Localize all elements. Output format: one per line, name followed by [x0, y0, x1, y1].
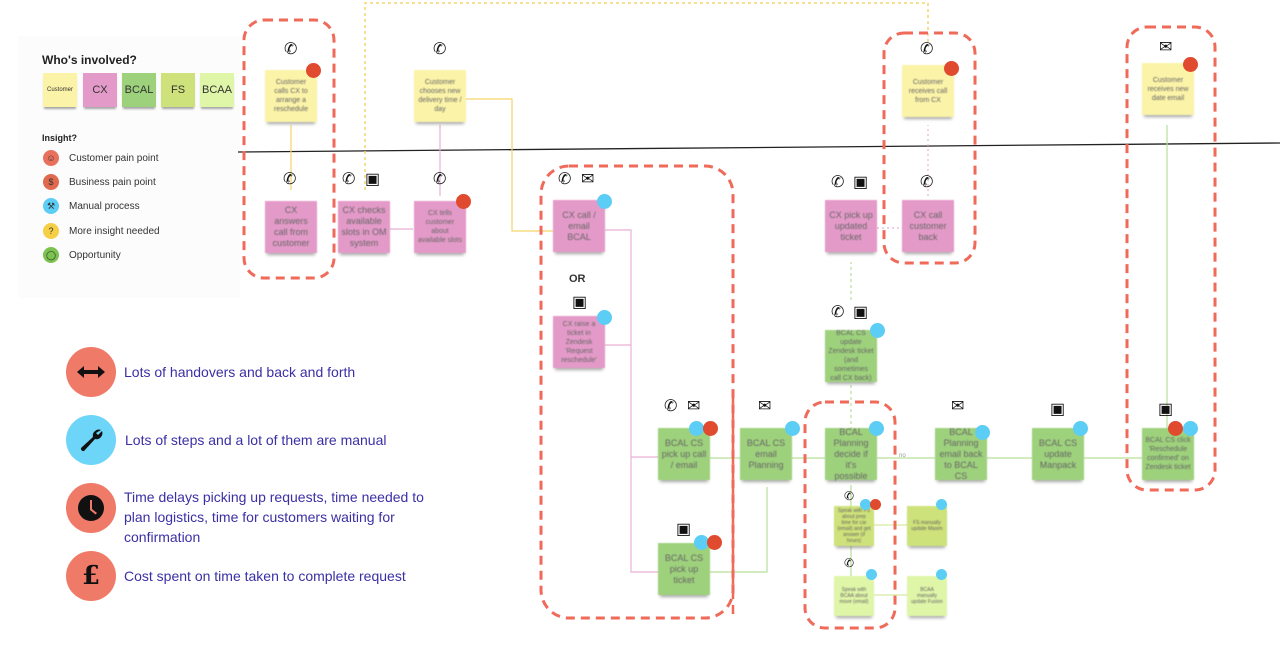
- manual-process-marker: [785, 421, 800, 436]
- note-speak-fs: Speak with FS about prep time for car (e…: [834, 506, 874, 546]
- note-cx-raise-ticket: CX raise a ticket in Zendesk 'Request re…: [553, 316, 605, 368]
- note-customer-chooses: Customer chooses new delivery time / day: [414, 70, 466, 122]
- note-bcaa-update: BCAA manually update Fusion: [907, 576, 947, 616]
- customer-pain-point-marker: [944, 61, 959, 76]
- manual-process-marker: [1183, 421, 1198, 436]
- manual-process-marker: [597, 310, 612, 325]
- computer-icon: ▣: [365, 171, 381, 188]
- email-icon: ✉: [1159, 39, 1173, 56]
- manual-process-marker: [1073, 421, 1088, 436]
- phone-icon: ✆: [558, 171, 572, 188]
- phone-icon: ✆: [283, 171, 297, 188]
- note-bcal-update-manpack: BCAL CS update Manpack: [1032, 428, 1084, 480]
- note-cx-call-back: CX call customer back: [902, 200, 954, 252]
- note-cx-pickup-ticket: CX pick up updated ticket: [825, 200, 877, 252]
- note-speak-bcaa: Speak with BCAA about move (email): [834, 576, 874, 616]
- customer-line-of-interaction: [237, 142, 1280, 153]
- manual-process-marker: [689, 421, 704, 436]
- computer-icon: ▣: [853, 304, 869, 321]
- computer-icon: ▣: [1158, 401, 1174, 418]
- email-icon: ✉: [687, 398, 701, 415]
- note-cx-checks: CX checks available slots in OM system: [338, 201, 390, 253]
- manual-process-marker: [866, 569, 877, 580]
- manual-process-marker: [870, 323, 885, 338]
- phone-icon: ✆: [284, 41, 298, 58]
- customer-pain-point-marker: [1168, 421, 1183, 436]
- note-cx-tells: CX tells customer about available slots: [414, 201, 466, 253]
- manual-process-marker: [936, 499, 947, 510]
- connector: [605, 229, 658, 573]
- customer-pain-point-marker: [870, 499, 881, 510]
- phone-icon: ✆: [831, 174, 845, 191]
- or-label: OR: [569, 273, 586, 285]
- phone-icon: ✆: [844, 489, 855, 503]
- note-bcal-planning-decide: BCAL Planning decide if it's possible: [825, 427, 877, 481]
- note-customer-calls-cx: Customer calls CX to arrange a reschedul…: [265, 70, 317, 122]
- phone-icon: ✆: [342, 171, 356, 188]
- phone-icon: ✆: [920, 174, 934, 191]
- computer-icon: ▣: [853, 174, 869, 191]
- phone-icon: ✆: [664, 398, 678, 415]
- manual-process-marker: [975, 425, 990, 440]
- manual-process-marker: [936, 569, 947, 580]
- flow-connectors: [237, 2, 1280, 630]
- email-icon: ✉: [758, 398, 772, 415]
- phone-icon: ✆: [844, 556, 855, 570]
- email-icon: ✉: [581, 171, 595, 188]
- computer-icon: ▣: [1050, 401, 1066, 418]
- note-cx-call-email: CX call / email BCAL: [553, 200, 605, 252]
- note-bcal-pickup-ticket: BCAL CS pick up ticket: [658, 543, 710, 595]
- computer-icon: ▣: [572, 294, 588, 311]
- connector: [710, 487, 768, 573]
- manual-process-marker: [597, 194, 612, 209]
- note-bcal-click-confirmed: BCAL CS click 'Reschedule confirmed' on …: [1142, 428, 1194, 480]
- note-fs-update: FS manually update Maxim: [907, 506, 947, 546]
- customer-pain-point-marker: [1183, 57, 1198, 72]
- email-icon: ✉: [951, 398, 965, 415]
- business-pain-point-marker: [703, 421, 718, 436]
- phone-icon: ✆: [920, 41, 934, 58]
- phone-icon: ✆: [831, 304, 845, 321]
- phone-icon: ✆: [433, 171, 447, 188]
- customer-pain-point-marker: [306, 63, 321, 78]
- note-bcal-update-zendesk: BCAL CS update Zendesk ticket (and somet…: [825, 330, 877, 382]
- note-bcal-pickup-call: BCAL CS pick up call / email: [658, 428, 710, 480]
- note-cx-answers: CX answers call from customer: [265, 201, 317, 253]
- customer-pain-point-marker: [456, 194, 471, 209]
- note-bcal-email-planning: BCAL CS email Planning: [740, 428, 792, 480]
- pain-point-groups: [242, 18, 1217, 630]
- business-pain-point-marker: [707, 535, 722, 550]
- no-label: no: [899, 453, 906, 459]
- computer-icon: ▣: [676, 521, 692, 538]
- manual-process-marker: [869, 421, 884, 436]
- phone-icon: ✆: [433, 41, 447, 58]
